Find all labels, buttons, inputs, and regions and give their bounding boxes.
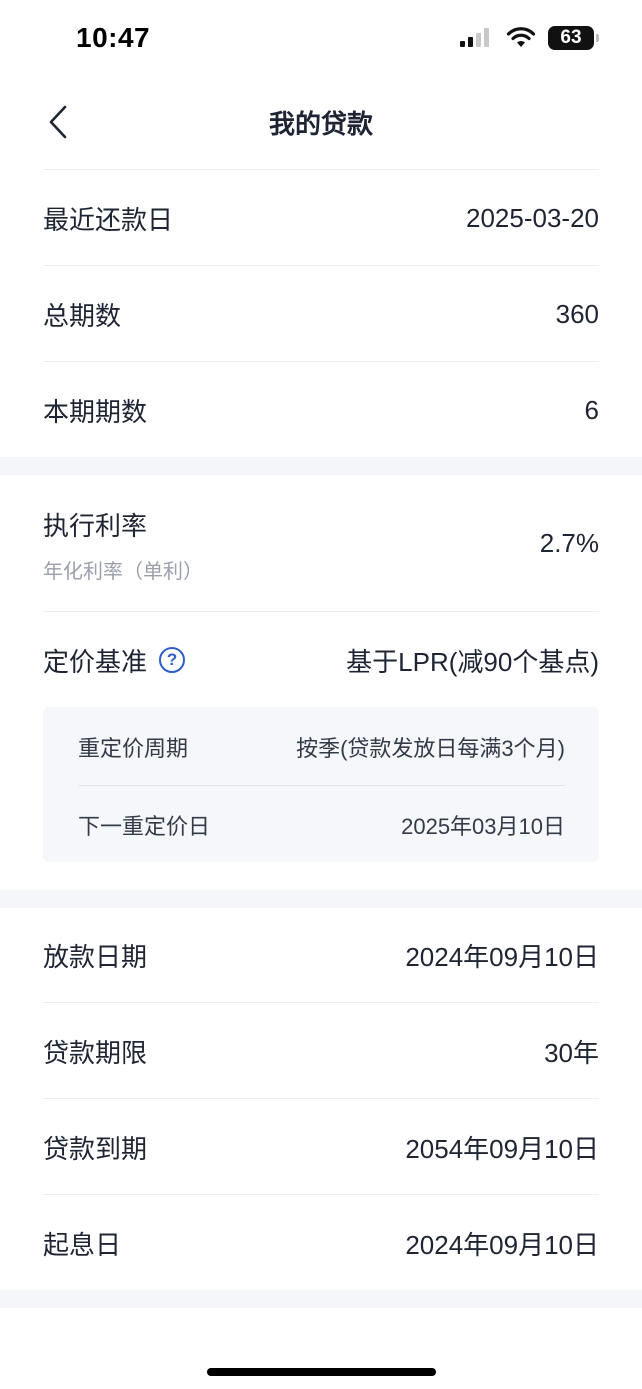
detail-value: 2025年03月10日 xyxy=(401,814,565,839)
divider xyxy=(43,1194,599,1195)
status-time: 10:47 xyxy=(76,22,151,53)
section-gap xyxy=(0,890,642,908)
pricing-row: 定价基准 ? 基于LPR(减90个基点) xyxy=(43,634,599,686)
row-label: 放款日期 xyxy=(43,941,148,972)
divider xyxy=(43,611,599,612)
divider xyxy=(43,169,599,170)
divider xyxy=(43,361,599,362)
rate-value: 2.7% xyxy=(539,528,599,558)
row-label: 最近还款日 xyxy=(43,204,174,235)
row-value: 30年 xyxy=(544,1037,599,1068)
list-item: 起息日 2024年09月10日 xyxy=(43,1217,599,1269)
divider xyxy=(78,785,565,786)
detail-label: 下一重定价日 xyxy=(78,814,211,839)
rate-label: 执行利率 xyxy=(43,511,148,541)
detail-label: 重定价周期 xyxy=(78,736,189,761)
home-indicator[interactable] xyxy=(207,1368,436,1376)
list-item: 放款日期 2024年09月10日 xyxy=(43,929,599,981)
pricing-label-group: 定价基准 ? xyxy=(43,642,186,679)
battery-icon: 63 xyxy=(548,26,599,50)
nav-bar: 我的贷款 xyxy=(0,78,642,168)
row-value: 2054年09月10日 xyxy=(405,1133,599,1164)
section-gap xyxy=(0,457,642,475)
list-item: 贷款期限 30年 xyxy=(43,1025,599,1077)
divider xyxy=(43,265,599,266)
status-bar: 10:47 63 xyxy=(0,0,642,78)
list-item: 总期数 360 xyxy=(43,288,599,340)
row-value: 2024年09月10日 xyxy=(405,941,599,972)
row-label: 本期期数 xyxy=(43,396,148,427)
list-item: 贷款到期 2054年09月10日 xyxy=(43,1121,599,1173)
list-item: 本期期数 6 xyxy=(43,384,599,436)
rate-label-group: 执行利率 年化利率（单利） xyxy=(43,506,203,584)
row-value: 6 xyxy=(584,394,599,425)
list-item: 最近还款日 2025-03-20 xyxy=(43,192,599,244)
divider xyxy=(43,1002,599,1003)
page-title: 我的贷款 xyxy=(268,109,373,139)
detail-row: 重定价周期 按季(贷款发放日每满3个月) xyxy=(78,729,565,765)
divider xyxy=(43,1098,599,1099)
row-value: 2025-03-20 xyxy=(466,202,599,233)
pricing-label: 定价基准 xyxy=(43,646,148,677)
cellular-signal-icon xyxy=(460,28,489,47)
help-icon[interactable]: ? xyxy=(159,647,186,673)
row-label: 贷款到期 xyxy=(43,1133,148,1164)
pricing-value: 基于LPR(减90个基点) xyxy=(346,646,599,677)
section-gap xyxy=(0,1290,642,1308)
repricing-details: 重定价周期 按季(贷款发放日每满3个月) 下一重定价日 2025年03月10日 xyxy=(43,707,599,862)
row-value: 2024年09月10日 xyxy=(405,1229,599,1260)
row-label: 总期数 xyxy=(43,300,122,331)
wifi-icon xyxy=(506,27,536,47)
status-icons: 63 xyxy=(460,26,599,50)
rate-sub-label: 年化利率（单利） xyxy=(43,561,203,583)
row-label: 贷款期限 xyxy=(43,1037,148,1068)
row-label: 起息日 xyxy=(43,1229,122,1260)
detail-row: 下一重定价日 2025年03月10日 xyxy=(78,807,565,843)
row-value: 360 xyxy=(555,298,599,329)
detail-value: 按季(贷款发放日每满3个月) xyxy=(296,736,565,761)
